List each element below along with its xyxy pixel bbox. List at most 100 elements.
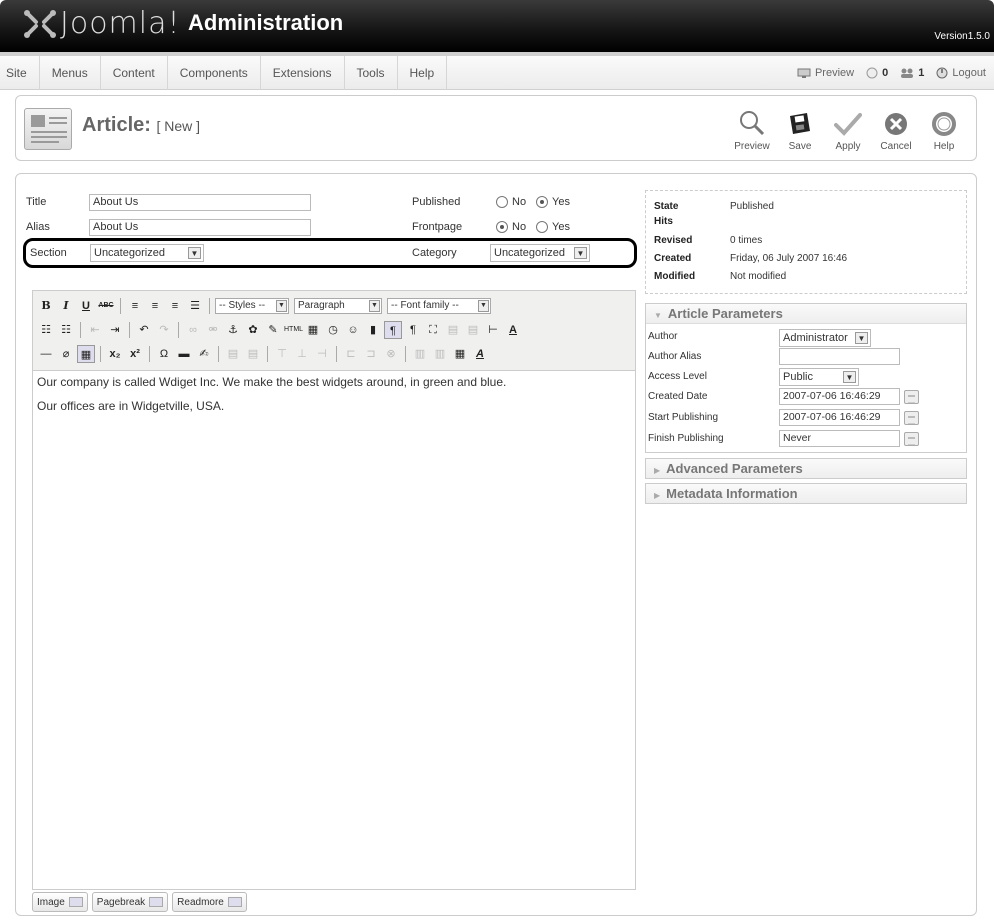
- ltr-icon[interactable]: ¶: [384, 321, 402, 339]
- align-center-icon[interactable]: ≡: [146, 297, 164, 315]
- bold-icon[interactable]: B: [37, 297, 55, 315]
- styles-select[interactable]: -- Styles -- ▼: [215, 298, 289, 314]
- start-publishing-label: Start Publishing: [648, 412, 719, 423]
- paragraph-select-label: Paragraph: [298, 300, 345, 311]
- category-select[interactable]: Uncategorized ▼: [490, 244, 590, 262]
- visual-aid-icon[interactable]: ▦: [77, 345, 95, 363]
- col-after-icon[interactable]: ⊐: [362, 345, 380, 363]
- published-no-radio[interactable]: No: [496, 196, 526, 208]
- insert-table-icon[interactable]: ▦: [451, 345, 469, 363]
- table-delete-icon[interactable]: ▤: [244, 345, 262, 363]
- menu-content[interactable]: Content: [101, 56, 168, 90]
- redo-icon[interactable]: ↷: [155, 321, 173, 339]
- editor-content[interactable]: Our company is called Wdiget Inc. We mak…: [37, 375, 631, 423]
- align-justify-icon[interactable]: ☰: [186, 297, 204, 315]
- title-input[interactable]: About Us: [89, 194, 311, 211]
- alias-input[interactable]: About Us: [89, 219, 311, 236]
- font-family-select-label: -- Font family --: [391, 300, 459, 311]
- author-alias-input[interactable]: [779, 348, 900, 365]
- menu-help[interactable]: Help: [398, 56, 448, 90]
- bullet-list-icon[interactable]: ☷: [37, 321, 55, 339]
- menu-site[interactable]: Site: [0, 56, 40, 90]
- html-source-icon[interactable]: HTML: [284, 321, 303, 339]
- insert-date-icon[interactable]: ▦: [304, 321, 322, 339]
- metadata-information-panel[interactable]: ▶ Metadata Information: [645, 483, 967, 504]
- users-indicator[interactable]: 1: [900, 67, 924, 79]
- italic-icon[interactable]: I: [57, 297, 75, 315]
- preview-link[interactable]: Preview: [797, 67, 854, 79]
- logout-link[interactable]: Logout: [936, 67, 986, 79]
- layer-icon[interactable]: ▤: [444, 321, 462, 339]
- font-color-icon[interactable]: A: [504, 321, 522, 339]
- row-delete-icon[interactable]: ⊣: [313, 345, 331, 363]
- numbered-list-icon[interactable]: ☷: [57, 321, 75, 339]
- save-button[interactable]: Save: [776, 100, 824, 158]
- outdent-icon[interactable]: ⇤: [86, 321, 104, 339]
- fullscreen-icon[interactable]: ⛶: [424, 321, 442, 339]
- article-parameters-header[interactable]: ▼ Article Parameters: [646, 304, 966, 324]
- indent-icon[interactable]: ⇥: [106, 321, 124, 339]
- insert-time-icon[interactable]: ◷: [324, 321, 342, 339]
- superscript-icon[interactable]: x²: [126, 345, 144, 363]
- menu-components[interactable]: Components: [168, 56, 261, 90]
- help-button[interactable]: Help: [920, 100, 968, 158]
- menu-extensions[interactable]: Extensions: [261, 56, 345, 90]
- image-button[interactable]: Image: [32, 892, 88, 912]
- merge-cells-icon[interactable]: ▥: [431, 345, 449, 363]
- remove-format-icon[interactable]: ⌀: [57, 345, 75, 363]
- emotions-icon[interactable]: ☺: [344, 321, 362, 339]
- align-right-icon[interactable]: ≡: [166, 297, 184, 315]
- calendar-icon[interactable]: [904, 432, 919, 446]
- special-char-icon[interactable]: Ω: [155, 345, 173, 363]
- pagebreak-button[interactable]: Pagebreak: [91, 892, 169, 912]
- calendar-icon[interactable]: [904, 390, 919, 404]
- font-family-select[interactable]: -- Font family -- ▼: [387, 298, 491, 314]
- edit-style-icon[interactable]: ✍: [195, 345, 213, 363]
- align-left-icon[interactable]: ≡: [126, 297, 144, 315]
- styles-select-label: -- Styles --: [219, 300, 266, 311]
- cleanup-icon[interactable]: ✎: [264, 321, 282, 339]
- menu-menus[interactable]: Menus: [40, 56, 101, 90]
- link-icon[interactable]: ∞: [184, 321, 202, 339]
- row-before-icon[interactable]: ⊤: [273, 345, 291, 363]
- start-publishing-input[interactable]: 2007-07-06 16:46:29: [779, 409, 900, 426]
- finish-publishing-input[interactable]: Never: [779, 430, 900, 447]
- layer-move-icon[interactable]: ▤: [464, 321, 482, 339]
- row-after-icon[interactable]: ⊥: [293, 345, 311, 363]
- subscript-icon[interactable]: x₂: [106, 345, 124, 363]
- unlink-icon[interactable]: ⚮: [204, 321, 222, 339]
- col-delete-icon[interactable]: ⊗: [382, 345, 400, 363]
- created-date-input[interactable]: 2007-07-06 16:46:29: [779, 388, 900, 405]
- spellcheck-icon[interactable]: A: [471, 345, 489, 363]
- section-select[interactable]: Uncategorized ▼: [90, 244, 204, 262]
- hr-advanced-icon[interactable]: ▬: [175, 345, 193, 363]
- table-props-icon[interactable]: ▤: [224, 345, 242, 363]
- access-level-select[interactable]: Public ▼: [779, 368, 859, 386]
- undo-icon[interactable]: ↶: [135, 321, 153, 339]
- horizontal-rule-icon[interactable]: —: [37, 345, 55, 363]
- published-yes-radio[interactable]: Yes: [536, 196, 570, 208]
- media-icon[interactable]: ▮: [364, 321, 382, 339]
- frontpage-yes-radio[interactable]: Yes: [536, 221, 570, 233]
- calendar-icon[interactable]: [904, 411, 919, 425]
- menu-tools[interactable]: Tools: [345, 56, 398, 90]
- anchor-icon[interactable]: ⚓: [224, 321, 242, 339]
- frontpage-no-radio[interactable]: No: [496, 221, 526, 233]
- apply-button[interactable]: Apply: [824, 100, 872, 158]
- paragraph-select[interactable]: Paragraph ▼: [294, 298, 382, 314]
- advanced-parameters-panel[interactable]: ▶ Advanced Parameters: [645, 458, 967, 479]
- page-title: Article: [ New ]: [82, 114, 200, 137]
- author-select[interactable]: Administrator ▼: [779, 329, 871, 347]
- col-before-icon[interactable]: ⊏: [342, 345, 360, 363]
- absolute-icon[interactable]: ⊢: [484, 321, 502, 339]
- wysiwyg-editor: B I U ABC ≡ ≡ ≡ ☰ -- Styles -- ▼ Paragrap…: [32, 290, 636, 890]
- image-insert-icon[interactable]: ✿: [244, 321, 262, 339]
- strikethrough-icon[interactable]: ABC: [97, 297, 115, 315]
- rtl-icon[interactable]: ¶: [404, 321, 422, 339]
- readmore-button[interactable]: Readmore: [172, 892, 247, 912]
- underline-icon[interactable]: U: [77, 297, 95, 315]
- cancel-button[interactable]: Cancel: [872, 100, 920, 158]
- split-cells-icon[interactable]: ▥: [411, 345, 429, 363]
- messages-indicator[interactable]: 0: [866, 67, 888, 79]
- preview-button[interactable]: Preview: [728, 100, 776, 158]
